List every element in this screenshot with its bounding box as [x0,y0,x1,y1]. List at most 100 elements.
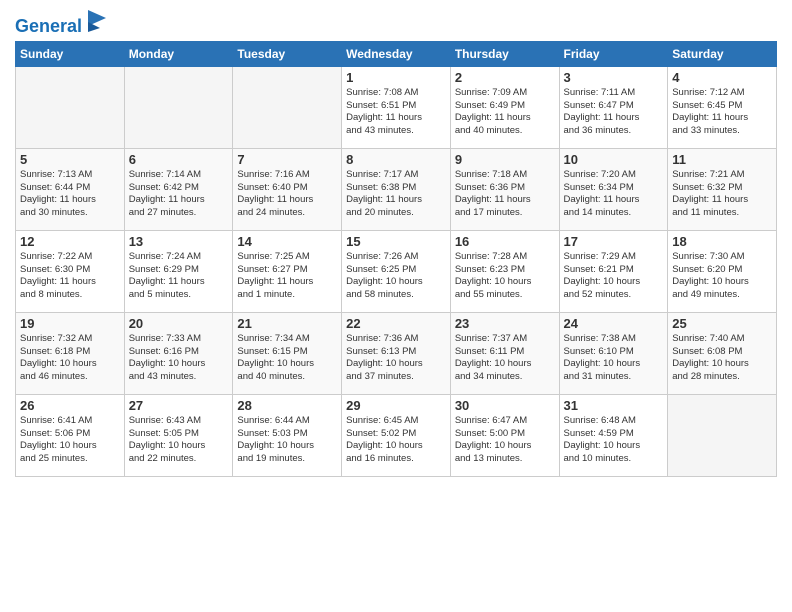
day-info: Sunrise: 7:21 AM Sunset: 6:32 PM Dayligh… [672,169,772,220]
day-info: Sunrise: 7:25 AM Sunset: 6:27 PM Dayligh… [237,251,337,302]
week-row-3: 12 Sunrise: 7:22 AM Sunset: 6:30 PM Dayli… [16,230,777,312]
day-info: Sunrise: 6:43 AM Sunset: 5:05 PM Dayligh… [129,415,229,466]
day-number: 14 [237,234,337,249]
day-info: Sunrise: 6:44 AM Sunset: 5:03 PM Dayligh… [237,415,337,466]
calendar-cell [668,394,777,476]
day-info: Sunrise: 6:41 AM Sunset: 5:06 PM Dayligh… [20,415,120,466]
calendar-cell: 16 Sunrise: 7:28 AM Sunset: 6:23 PM Dayli… [450,230,559,312]
week-row-1: 1 Sunrise: 7:08 AM Sunset: 6:51 PM Daylig… [16,66,777,148]
day-info: Sunrise: 7:40 AM Sunset: 6:08 PM Dayligh… [672,333,772,384]
day-info: Sunrise: 7:34 AM Sunset: 6:15 PM Dayligh… [237,333,337,384]
weekday-header-wednesday: Wednesday [342,41,451,66]
calendar-cell: 23Sunrise: 7:37 AM Sunset: 6:11 PM Dayli… [450,312,559,394]
day-number: 17 [564,234,664,249]
day-number: 26 [20,398,120,413]
day-info: Sunrise: 7:09 AM Sunset: 6:49 PM Dayligh… [455,87,555,138]
calendar: SundayMondayTuesdayWednesdayThursdayFrid… [15,41,777,477]
calendar-cell: 4 Sunrise: 7:12 AM Sunset: 6:45 PM Daylig… [668,66,777,148]
day-info: Sunrise: 7:13 AM Sunset: 6:44 PM Dayligh… [20,169,120,220]
week-row-4: 19 Sunrise: 7:32 AM Sunset: 6:18 PM Dayli… [16,312,777,394]
calendar-cell: 5 Sunrise: 7:13 AM Sunset: 6:44 PM Daylig… [16,148,125,230]
day-number: 19 [20,316,120,331]
day-number: 8 [346,152,446,167]
day-info: Sunrise: 6:45 AM Sunset: 5:02 PM Dayligh… [346,415,446,466]
weekday-header-monday: Monday [124,41,233,66]
day-number: 10 [564,152,664,167]
calendar-cell: 24Sunrise: 7:38 AM Sunset: 6:10 PM Dayli… [559,312,668,394]
calendar-cell: 31 Sunrise: 6:48 AM Sunset: 4:59 PM Dayli… [559,394,668,476]
calendar-cell: 9 Sunrise: 7:18 AM Sunset: 6:36 PM Daylig… [450,148,559,230]
day-number: 5 [20,152,120,167]
day-info: Sunrise: 7:22 AM Sunset: 6:30 PM Dayligh… [20,251,120,302]
day-info: Sunrise: 7:24 AM Sunset: 6:29 PM Dayligh… [129,251,229,302]
calendar-cell [124,66,233,148]
calendar-cell: 1 Sunrise: 7:08 AM Sunset: 6:51 PM Daylig… [342,66,451,148]
day-info: Sunrise: 7:17 AM Sunset: 6:38 PM Dayligh… [346,169,446,220]
page: General SundayMondayTuesdayWednesdayThur… [0,0,792,612]
calendar-cell: 17 Sunrise: 7:29 AM Sunset: 6:21 PM Dayli… [559,230,668,312]
calendar-cell: 27 Sunrise: 6:43 AM Sunset: 5:05 PM Dayli… [124,394,233,476]
calendar-cell: 2 Sunrise: 7:09 AM Sunset: 6:49 PM Daylig… [450,66,559,148]
day-number: 12 [20,234,120,249]
calendar-cell: 22 Sunrise: 7:36 AM Sunset: 6:13 PM Dayli… [342,312,451,394]
weekday-header-friday: Friday [559,41,668,66]
day-number: 18 [672,234,772,249]
day-number: 22 [346,316,446,331]
calendar-cell: 3 Sunrise: 7:11 AM Sunset: 6:47 PM Daylig… [559,66,668,148]
calendar-cell: 26 Sunrise: 6:41 AM Sunset: 5:06 PM Dayli… [16,394,125,476]
day-number: 13 [129,234,229,249]
calendar-cell: 6 Sunrise: 7:14 AM Sunset: 6:42 PM Daylig… [124,148,233,230]
calendar-cell: 28 Sunrise: 6:44 AM Sunset: 5:03 PM Dayli… [233,394,342,476]
day-info: Sunrise: 7:08 AM Sunset: 6:51 PM Dayligh… [346,87,446,138]
day-info: Sunrise: 7:18 AM Sunset: 6:36 PM Dayligh… [455,169,555,220]
calendar-cell: 8 Sunrise: 7:17 AM Sunset: 6:38 PM Daylig… [342,148,451,230]
calendar-cell: 18Sunrise: 7:30 AM Sunset: 6:20 PM Dayli… [668,230,777,312]
calendar-cell: 12 Sunrise: 7:22 AM Sunset: 6:30 PM Dayli… [16,230,125,312]
logo-text: General [15,10,106,37]
day-number: 31 [564,398,664,413]
day-info: Sunrise: 7:26 AM Sunset: 6:25 PM Dayligh… [346,251,446,302]
day-info: Sunrise: 7:29 AM Sunset: 6:21 PM Dayligh… [564,251,664,302]
week-row-2: 5 Sunrise: 7:13 AM Sunset: 6:44 PM Daylig… [16,148,777,230]
day-number: 4 [672,70,772,85]
day-info: Sunrise: 7:38 AM Sunset: 6:10 PM Dayligh… [564,333,664,384]
day-info: Sunrise: 7:12 AM Sunset: 6:45 PM Dayligh… [672,87,772,138]
weekday-header-tuesday: Tuesday [233,41,342,66]
day-number: 1 [346,70,446,85]
day-number: 20 [129,316,229,331]
weekday-header-row: SundayMondayTuesdayWednesdayThursdayFrid… [16,41,777,66]
calendar-cell [233,66,342,148]
day-info: Sunrise: 7:36 AM Sunset: 6:13 PM Dayligh… [346,333,446,384]
day-info: Sunrise: 6:48 AM Sunset: 4:59 PM Dayligh… [564,415,664,466]
calendar-cell: 7 Sunrise: 7:16 AM Sunset: 6:40 PM Daylig… [233,148,342,230]
day-number: 6 [129,152,229,167]
header: General [15,10,777,33]
calendar-cell: 21 Sunrise: 7:34 AM Sunset: 6:15 PM Dayli… [233,312,342,394]
weekday-header-thursday: Thursday [450,41,559,66]
day-number: 29 [346,398,446,413]
day-number: 15 [346,234,446,249]
day-info: Sunrise: 7:16 AM Sunset: 6:40 PM Dayligh… [237,169,337,220]
logo: General [15,10,106,33]
day-info: Sunrise: 7:11 AM Sunset: 6:47 PM Dayligh… [564,87,664,138]
day-number: 21 [237,316,337,331]
day-number: 2 [455,70,555,85]
day-number: 28 [237,398,337,413]
day-number: 9 [455,152,555,167]
day-number: 30 [455,398,555,413]
day-number: 3 [564,70,664,85]
day-info: Sunrise: 7:14 AM Sunset: 6:42 PM Dayligh… [129,169,229,220]
calendar-cell: 13 Sunrise: 7:24 AM Sunset: 6:29 PM Dayli… [124,230,233,312]
day-number: 11 [672,152,772,167]
day-number: 27 [129,398,229,413]
day-info: Sunrise: 7:32 AM Sunset: 6:18 PM Dayligh… [20,333,120,384]
day-info: Sunrise: 7:28 AM Sunset: 6:23 PM Dayligh… [455,251,555,302]
calendar-cell: 29 Sunrise: 6:45 AM Sunset: 5:02 PM Dayli… [342,394,451,476]
day-number: 16 [455,234,555,249]
calendar-cell: 30Sunrise: 6:47 AM Sunset: 5:00 PM Dayli… [450,394,559,476]
calendar-cell: 11 Sunrise: 7:21 AM Sunset: 6:32 PM Dayli… [668,148,777,230]
day-number: 7 [237,152,337,167]
calendar-cell: 15 Sunrise: 7:26 AM Sunset: 6:25 PM Dayli… [342,230,451,312]
calendar-cell: 10Sunrise: 7:20 AM Sunset: 6:34 PM Dayli… [559,148,668,230]
day-number: 25 [672,316,772,331]
